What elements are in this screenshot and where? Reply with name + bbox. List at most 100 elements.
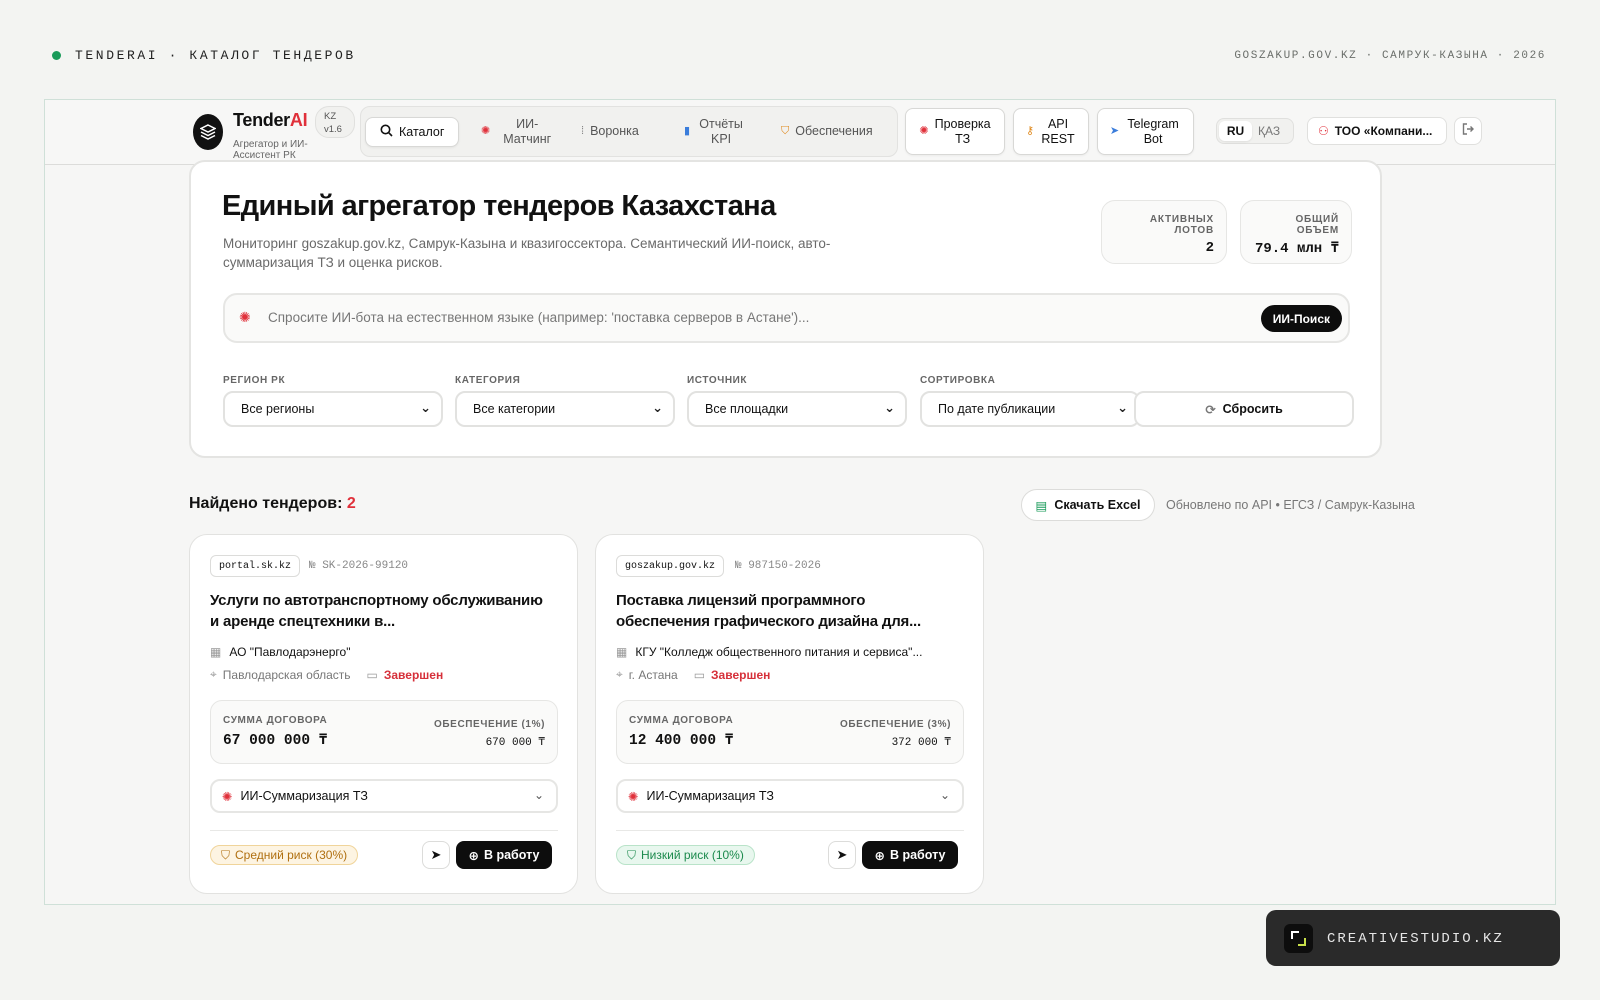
studio-label: CREATIVESTUDIO.KZ <box>1327 931 1504 947</box>
page-description: Мониторинг goszakup.gov.kz, Самрук-Казын… <box>223 236 831 270</box>
studio-badge[interactable]: CREATIVESTUDIO.KZ <box>1266 910 1560 966</box>
logo-icon[interactable] <box>193 114 223 150</box>
ai-search-button[interactable]: ИИ-Поиск <box>1260 305 1342 332</box>
stat-total-volume: ОБЩИЙ ОБЪЕМ 79.4 млн ₸ <box>1240 200 1352 264</box>
tender-card: portal.sk.kz № SK-2026-99120 Услуги по а… <box>189 534 578 894</box>
shield-icon: ⛉ <box>627 847 637 862</box>
outer-title: TENDERAI · КАТАЛОГ ТЕНДЕРОВ <box>75 48 356 63</box>
stat-lots-value: 2 <box>1205 240 1214 256</box>
category-select-value: Все категории <box>473 402 556 416</box>
nav-catalog-label: Каталог <box>399 124 445 139</box>
sum-label: СУММА ДОГОВОРА <box>223 715 328 726</box>
user-icon: ⚇ <box>1318 124 1329 138</box>
send-button[interactable]: ➤ <box>828 841 856 869</box>
nav-matching[interactable]: ✺ ИИ-Матчинг <box>481 107 558 156</box>
take-to-work-button[interactable]: ⊕ В работу <box>456 841 552 869</box>
tender-title[interactable]: Услуги по автотранспортному обслуживанию… <box>210 590 550 632</box>
risk-badge: ⛉ Низкий риск (10%) <box>616 845 755 865</box>
telegram-button[interactable]: ➤ Telegram Bot <box>1097 108 1194 155</box>
version-number: v1.6 <box>324 124 342 135</box>
guarantee-label: ОБЕСПЕЧЕНИЕ (3%) <box>840 719 951 730</box>
search-input[interactable]: Спросите ИИ-бота на естественном языке (… <box>268 310 809 325</box>
top-navbar: TenderAI Агрегатор и ИИ-Ассистент РК KZ … <box>45 100 1555 165</box>
lang-ru[interactable]: RU <box>1219 121 1252 141</box>
page-title: Единый агрегатор тендеров Казахстана <box>222 190 776 222</box>
sort-filter-label: СОРТИРОВКА <box>920 375 996 386</box>
brand-name[interactable]: TenderAI <box>233 110 308 131</box>
key-icon: ⚷ <box>1025 125 1035 137</box>
take-to-work-button[interactable]: ⊕ В работу <box>862 841 958 869</box>
guarantee-value: 372 000 ₸ <box>891 737 951 749</box>
outer-meta: GOSZAKUP.GOV.KZ · САМРУК-КАЗЫНА · 2026 <box>1234 50 1546 62</box>
reset-label: Сбросить <box>1222 402 1283 416</box>
risk-label: Средний риск (30%) <box>235 848 348 862</box>
region-select[interactable]: Все регионы ⌄ <box>223 391 443 427</box>
customer-org: ▦ АО "Павлодарэнерго" <box>210 645 555 659</box>
outer-label: TENDERAI · КАТАЛОГ ТЕНДЕРОВ <box>52 48 356 63</box>
tender-title[interactable]: Поставка лицензий программного обеспечен… <box>616 590 956 632</box>
ai-search-bar[interactable]: ✺ Спросите ИИ-бота на естественном языке… <box>223 293 1350 343</box>
funnel-icon: ⁞ <box>581 125 585 137</box>
logout-button[interactable] <box>1454 117 1482 145</box>
divider <box>210 830 558 831</box>
contract-sum-box: СУММА ДОГОВОРА 67 000 000 ₸ ОБЕСПЕЧЕНИЕ … <box>210 700 558 764</box>
ai-summary-label: ИИ-Суммаризация ТЗ <box>646 789 774 803</box>
check-tz-label: Проверка ТЗ <box>934 116 991 146</box>
download-excel-button[interactable]: ▤ Скачать Excel <box>1021 489 1155 521</box>
version-badge: KZ v1.6 <box>315 106 355 138</box>
update-source-note: Обновлено по API • ЕГСЗ / Самрук-Казына <box>1166 498 1415 512</box>
sort-select-value: По дате публикации <box>938 402 1056 416</box>
location-pin-icon: ⌖ <box>210 667 217 681</box>
source-filter-label: ИСТОЧНИК <box>687 375 748 386</box>
bar-chart-icon: ▮ <box>684 125 691 137</box>
tender-number: № SK-2026-99120 <box>309 560 409 572</box>
sort-select[interactable]: По дате публикации ⌄ <box>920 391 1140 427</box>
take-to-work-label: В работу <box>889 848 946 862</box>
chevron-down-icon: ⌄ <box>533 788 544 802</box>
tender-card: goszakup.gov.kz № 987150-2026 Поставка л… <box>595 534 984 894</box>
brand-subtitle: Агрегатор и ИИ-Ассистент РК <box>233 139 308 161</box>
company-name: ТОО «Компани... <box>1334 124 1433 138</box>
status-badge: Завершен <box>383 667 444 682</box>
nav-funnel[interactable]: ⁞ Воронка <box>581 107 639 156</box>
refresh-icon: ⟳ <box>1205 402 1216 417</box>
company-menu[interactable]: ⚇ ТОО «Компани... <box>1307 117 1447 145</box>
nav-reports-label: Отчёты KPI <box>699 116 743 146</box>
take-to-work-label: В работу <box>483 848 540 862</box>
nav-reports[interactable]: ▮ Отчёты KPI <box>684 107 746 156</box>
shield-icon: ⛉ <box>781 125 790 137</box>
divider <box>616 830 964 831</box>
found-label: Найдено тендеров: <box>189 495 343 512</box>
nav-catalog[interactable]: Каталог <box>365 117 460 147</box>
hero-panel: Единый агрегатор тендеров Казахстана Мон… <box>189 160 1382 458</box>
reset-button[interactable]: ⟳ Сбросить <box>1134 391 1354 427</box>
chevron-down-icon: ⌄ <box>884 400 895 415</box>
sparkle-icon: ✺ <box>222 789 233 804</box>
main-nav: Каталог ✺ ИИ-Матчинг ⁞ Воронка ▮ Отчёты … <box>360 106 898 157</box>
risk-badge: ⛉ Средний риск (30%) <box>210 845 359 865</box>
guarantee-label: ОБЕСПЕЧЕНИЕ (1%) <box>434 719 545 730</box>
send-button[interactable]: ➤ <box>422 841 450 869</box>
shield-icon: ⛉ <box>221 847 231 862</box>
studio-logo-icon <box>1284 924 1313 953</box>
chevron-down-icon: ⌄ <box>652 400 663 415</box>
ai-summary-accordion[interactable]: ✺ ИИ-Суммаризация ТЗ ⌄ <box>210 779 558 813</box>
source-badge: goszakup.gov.kz <box>616 555 725 577</box>
nav-funnel-label: Воронка <box>590 124 639 138</box>
lang-kz[interactable]: ҚАЗ <box>1258 124 1280 138</box>
nav-guarantees[interactable]: ⛉ Обеспечения <box>781 107 873 156</box>
nav-matching-label: ИИ-Матчинг <box>503 116 552 146</box>
brand-name-a: Tender <box>233 110 290 130</box>
ai-summary-accordion[interactable]: ✺ ИИ-Суммаризация ТЗ ⌄ <box>616 779 964 813</box>
stat-active-lots: АКТИВНЫХ ЛОТОВ 2 <box>1101 200 1227 264</box>
plus-circle-icon: ⊕ <box>874 848 885 863</box>
contract-sum-box: СУММА ДОГОВОРА 12 400 000 ₸ ОБЕСПЕЧЕНИЕ … <box>616 700 964 764</box>
spreadsheet-icon: ▤ <box>1035 498 1048 513</box>
category-select[interactable]: Все категории ⌄ <box>455 391 675 427</box>
check-tz-button[interactable]: ✺ Проверка ТЗ <box>905 108 1005 155</box>
api-button[interactable]: ⚷ API REST <box>1013 108 1089 155</box>
sparkle-icon: ✺ <box>628 789 639 804</box>
source-select[interactable]: Все площадки ⌄ <box>687 391 907 427</box>
building-icon: ▦ <box>616 645 628 659</box>
send-icon: ➤ <box>1109 125 1120 137</box>
